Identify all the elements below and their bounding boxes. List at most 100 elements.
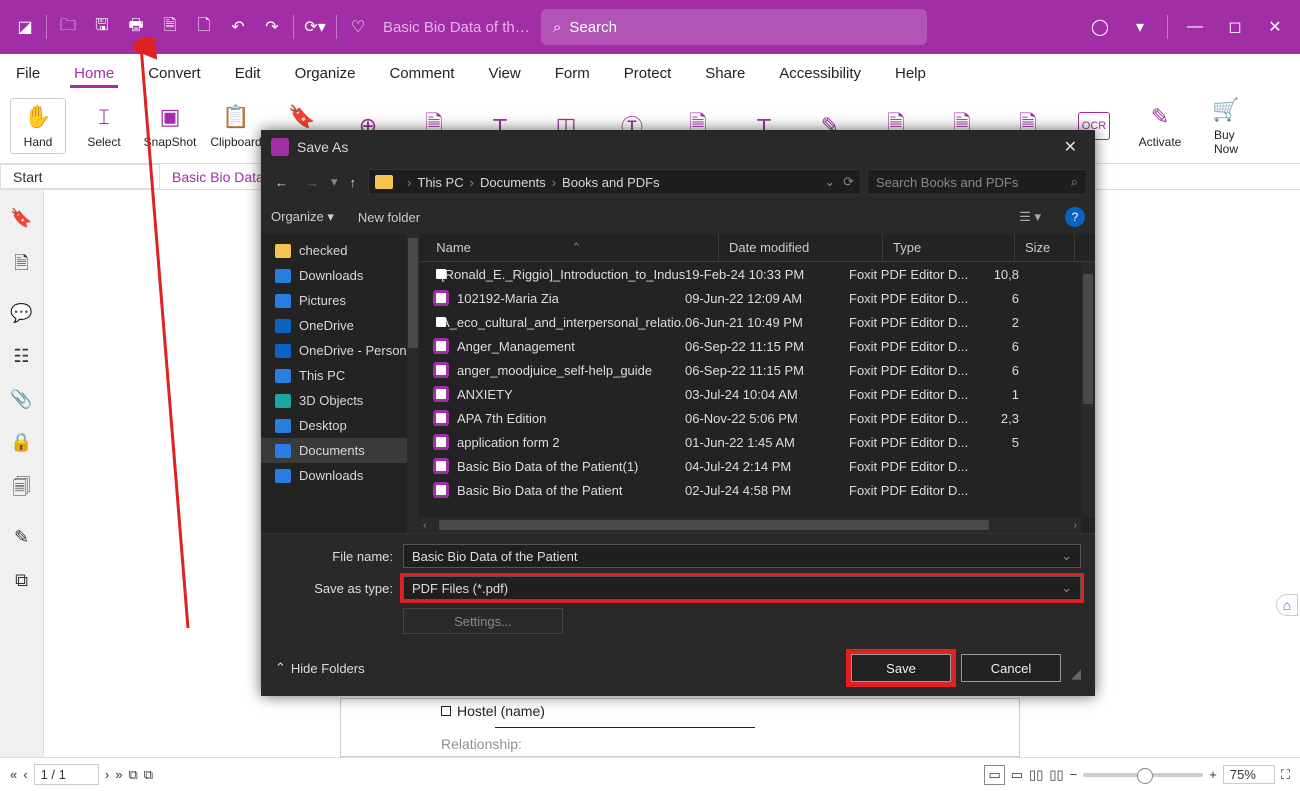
dialog-help-button[interactable]: ?	[1065, 207, 1085, 227]
menu-edit[interactable]: Edit	[231, 59, 265, 88]
tool-select[interactable]: 𝙸Select	[76, 103, 132, 149]
view-mode-button[interactable]: ☰ ▾	[1019, 209, 1041, 225]
nav-back-button[interactable]: ←	[269, 175, 294, 190]
page-input[interactable]: 1 / 1	[34, 764, 99, 785]
filelist-scrollbar-h[interactable]: ‹›	[419, 517, 1081, 533]
zoom-slider[interactable]	[1083, 773, 1203, 777]
floating-help-icon[interactable]: ⌂	[1276, 594, 1298, 616]
cancel-button[interactable]: Cancel	[961, 654, 1061, 682]
next-page-button[interactable]: ›	[105, 767, 109, 782]
tool-clipboard[interactable]: 📋Clipboard	[208, 103, 264, 149]
global-search[interactable]: ⌕ Search	[541, 9, 927, 45]
menu-accessibility[interactable]: Accessibility	[775, 59, 865, 88]
menu-organize[interactable]: Organize	[291, 59, 360, 88]
menu-file[interactable]: File	[12, 59, 44, 88]
col-name[interactable]: Name⌃	[419, 234, 719, 261]
tab-start[interactable]: Start	[0, 164, 160, 189]
file-row[interactable]: A_eco_cultural_and_interpersonal_relatio…	[419, 310, 1095, 334]
menu-form[interactable]: Form	[551, 59, 594, 88]
undo-icon[interactable]: ↶	[221, 10, 255, 44]
tree-item[interactable]: Downloads	[261, 263, 419, 288]
settings-button[interactable]: Settings...	[403, 608, 563, 634]
tree-item[interactable]: Desktop	[261, 413, 419, 438]
more-icon[interactable]: ▾	[1123, 10, 1157, 44]
menu-home[interactable]: Home	[70, 59, 118, 88]
filelist-scrollbar-v[interactable]	[1081, 262, 1095, 517]
nav-forward-button[interactable]: →	[300, 175, 325, 190]
path-refresh-icon[interactable]: ⟳	[843, 174, 854, 190]
redo-icon[interactable]: ↷	[255, 10, 289, 44]
tree-item[interactable]: Downloads	[261, 463, 419, 488]
first-page-button[interactable]: «	[10, 767, 17, 782]
lock-rail-icon[interactable]: 🔒	[10, 432, 32, 453]
dialog-search-input[interactable]: Search Books and PDFs ⌕	[867, 169, 1087, 195]
nav-up-button[interactable]: ↑	[344, 175, 363, 190]
file-row[interactable]: [Ronald_E._Riggio]_Introduction_to_Indus…	[419, 262, 1095, 286]
file-row[interactable]: Basic Bio Data of the Patient02-Jul-24 4…	[419, 478, 1095, 502]
tree-item[interactable]: Documents	[261, 438, 419, 463]
fullscreen-icon[interactable]: ⛶	[1281, 767, 1290, 783]
last-page-button[interactable]: »	[115, 767, 122, 782]
tool-snapshot[interactable]: ▣SnapShot	[142, 103, 198, 149]
tree-item[interactable]: OneDrive	[261, 313, 419, 338]
view-facing-icon[interactable]: ▯▯	[1029, 767, 1043, 783]
zoom-in-button[interactable]: +	[1209, 767, 1217, 782]
file-row[interactable]: 102192-Maria Zia09-Jun-22 12:09 AMFoxit …	[419, 286, 1095, 310]
stack-rail-icon[interactable]: ⧉	[15, 570, 28, 591]
tool-buynow[interactable]: 🛒BuyNow	[1198, 96, 1254, 156]
maximize-icon[interactable]: ◻	[1218, 10, 1252, 44]
col-type[interactable]: Type	[883, 234, 1015, 261]
cloud-icon[interactable]: ♡	[341, 10, 375, 44]
hide-folders-button[interactable]: ⌃Hide Folders	[275, 660, 365, 676]
tool-activate[interactable]: ✎Activate	[1132, 103, 1188, 149]
menu-protect[interactable]: Protect	[620, 59, 676, 88]
zoom-out-button[interactable]: −	[1070, 767, 1078, 782]
view-cont-icon[interactable]: ▭	[1011, 767, 1023, 783]
prev-page-button[interactable]: ‹	[23, 767, 27, 782]
address-bar[interactable]: › This PC› Documents› Books and PDFs ⌄ ⟳	[368, 169, 861, 195]
attach-rail-icon[interactable]: 📎	[10, 389, 32, 410]
tab-doc[interactable]: Basic Bio Data	[160, 164, 277, 189]
export-icon[interactable]: 🗎	[153, 10, 187, 44]
pages-rail-icon[interactable]: 🗎	[14, 251, 28, 281]
tree-item[interactable]: This PC	[261, 363, 419, 388]
tree-item[interactable]: Pictures	[261, 288, 419, 313]
save-button[interactable]: Save	[851, 654, 951, 682]
file-row[interactable]: APA 7th Edition06-Nov-22 5:06 PMFoxit PD…	[419, 406, 1095, 430]
path-dropdown-icon[interactable]: ⌄	[824, 174, 835, 190]
new-folder-button[interactable]: New folder	[358, 210, 420, 225]
file-row[interactable]: Basic Bio Data of the Patient(1)04-Jul-2…	[419, 454, 1095, 478]
new-icon[interactable]: 🗋	[187, 10, 221, 44]
tree-item[interactable]: 3D Objects	[261, 388, 419, 413]
file-row[interactable]: anger_moodjuice_self-help_guide06-Sep-22…	[419, 358, 1095, 382]
file-row[interactable]: ANXIETY03-Jul-24 10:04 AMFoxit PDF Edito…	[419, 382, 1095, 406]
tree-scrollbar[interactable]	[407, 234, 419, 533]
open-icon[interactable]: 🗀	[51, 10, 85, 44]
doc-rail-icon[interactable]: 🗐	[13, 475, 31, 505]
menu-share[interactable]: Share	[701, 59, 749, 88]
fit-width-icon[interactable]: ⧉	[144, 767, 153, 783]
view-single-icon[interactable]: ▭	[984, 765, 1004, 785]
file-row[interactable]: application form 201-Jun-22 1:45 AMFoxit…	[419, 430, 1095, 454]
resize-grip-icon[interactable]: ◢	[1071, 666, 1081, 682]
print-icon[interactable]: 🖶	[119, 10, 153, 44]
menu-help[interactable]: Help	[891, 59, 930, 88]
menu-view[interactable]: View	[484, 59, 524, 88]
dialog-close-button[interactable]: ✕	[1056, 133, 1085, 161]
nav-history-button[interactable]: ▾	[331, 174, 338, 190]
tree-item[interactable]: checked	[261, 238, 419, 263]
sign-rail-icon[interactable]: ✎	[14, 527, 29, 548]
comments-rail-icon[interactable]: 💬	[10, 303, 32, 324]
window-close-icon[interactable]: ✕	[1258, 10, 1292, 44]
minimize-icon[interactable]: —	[1178, 10, 1212, 44]
rotate-icon[interactable]: ⟳▾	[298, 10, 332, 44]
filename-input[interactable]: Basic Bio Data of the Patient⌄	[403, 544, 1081, 568]
menu-comment[interactable]: Comment	[385, 59, 458, 88]
fit-page-icon[interactable]: ⧉	[128, 767, 137, 783]
zoom-value[interactable]: 75%	[1223, 765, 1275, 784]
saveastype-select[interactable]: PDF Files (*.pdf)⌄	[403, 576, 1081, 600]
col-size[interactable]: Size	[1015, 234, 1075, 261]
view-cont-facing-icon[interactable]: ▯▯	[1049, 767, 1063, 783]
organize-button[interactable]: Organize ▾	[271, 209, 334, 225]
menu-convert[interactable]: Convert	[144, 59, 205, 88]
